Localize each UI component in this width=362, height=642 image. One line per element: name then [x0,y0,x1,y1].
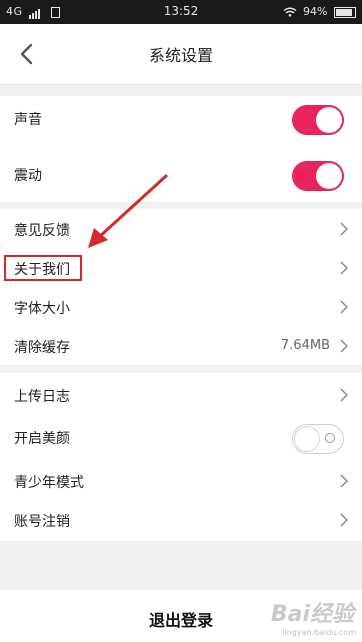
row-sound: 声音 [0,98,362,138]
chevron-right-icon [340,474,348,488]
row-label: 清除缓存 [14,340,70,356]
vibration-toggle[interactable] [292,161,344,191]
row-label: 意见反馈 [14,223,70,239]
chevron-right-icon [340,388,348,402]
chevron-right-icon [340,300,348,314]
annotation-highlight-box [4,255,82,281]
row-clear-cache[interactable]: 清除缓存 7.64MB [0,326,362,366]
baidu-watermark-url: jingyan.baidu.com [282,628,356,637]
battery-percent: 94% [303,5,328,18]
sound-toggle[interactable] [292,105,344,135]
beauty-toggle[interactable] [292,424,344,454]
row-teen-mode[interactable]: 青少年模式 [0,461,362,501]
section-more: 上传日志 开启美颜 青少年模式 账号注销 [0,373,362,541]
wifi-icon [283,7,296,17]
row-account-deletion[interactable]: 账号注销 [0,500,362,540]
chevron-right-icon [340,222,348,236]
page-title: 系统设置 [148,46,213,65]
chevron-right-icon [340,261,348,275]
row-feedback[interactable]: 意见反馈 [0,209,362,249]
row-label: 震动 [14,168,42,184]
section-info: 意见反馈 关于我们 字体大小 清除缓存 7.64MB [0,209,362,365]
row-vibration: 震动 [0,154,362,194]
row-upload-log[interactable]: 上传日志 [0,375,362,415]
row-label: 青少年模式 [14,475,84,491]
status-bar: 4G 13:52 94% [0,0,362,24]
row-font-size[interactable]: 字体大小 [0,287,362,327]
baidu-watermark: Bai经验 [270,602,354,627]
chevron-right-icon [340,513,348,527]
app-header: 系统设置 [0,24,362,85]
row-label: 字体大小 [14,301,70,317]
row-label: 账号注销 [14,514,70,530]
row-label: 声音 [14,112,42,128]
row-label: 上传日志 [14,389,70,405]
row-beauty: 开启美颜 [0,417,362,457]
cache-size: 7.64MB [280,338,330,353]
status-right: 94% [283,5,356,18]
section-toggles: 声音 震动 [0,96,362,202]
row-label: 开启美颜 [14,431,70,447]
battery-icon [334,6,356,18]
chevron-right-icon [340,339,348,353]
